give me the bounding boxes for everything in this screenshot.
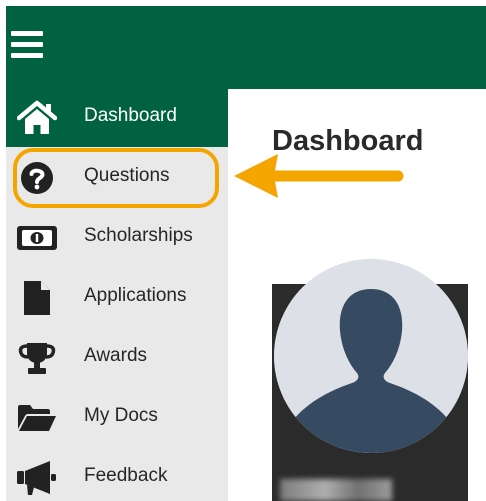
sidebar-item-label: Scholarships bbox=[84, 225, 193, 246]
sidebar-item-label: Applications bbox=[84, 285, 187, 306]
money-bill-icon bbox=[16, 219, 58, 257]
sidebar-item-label: My Docs bbox=[84, 405, 158, 426]
sidebar-item-scholarships[interactable]: Scholarships bbox=[6, 209, 228, 267]
top-bar bbox=[6, 6, 486, 89]
sidebar-item-label: Questions bbox=[84, 165, 170, 186]
sidebar: Dashboard Questions Scholarships Applica… bbox=[6, 89, 228, 501]
trophy-icon bbox=[16, 339, 58, 377]
sidebar-item-label: Feedback bbox=[84, 465, 168, 486]
hamburger-menu-icon[interactable] bbox=[11, 29, 43, 61]
sidebar-item-awards[interactable]: Awards bbox=[6, 329, 228, 387]
file-icon bbox=[16, 279, 58, 317]
sidebar-item-label: Awards bbox=[84, 345, 148, 366]
folder-open-icon bbox=[16, 399, 58, 437]
sidebar-item-feedback[interactable]: Feedback bbox=[6, 449, 228, 501]
profile-name-blurred bbox=[280, 479, 392, 501]
sidebar-item-my-docs[interactable]: My Docs bbox=[6, 389, 228, 447]
sidebar-item-dashboard[interactable]: Dashboard bbox=[6, 89, 228, 147]
question-circle-icon bbox=[16, 159, 58, 197]
sidebar-item-label: Dashboard bbox=[84, 105, 177, 126]
megaphone-icon bbox=[16, 459, 58, 497]
home-icon bbox=[16, 99, 58, 137]
left-arrow-icon bbox=[234, 154, 404, 198]
default-avatar-icon[interactable] bbox=[274, 259, 468, 453]
sidebar-item-applications[interactable]: Applications bbox=[6, 269, 228, 327]
sidebar-item-questions[interactable]: Questions bbox=[6, 149, 228, 207]
